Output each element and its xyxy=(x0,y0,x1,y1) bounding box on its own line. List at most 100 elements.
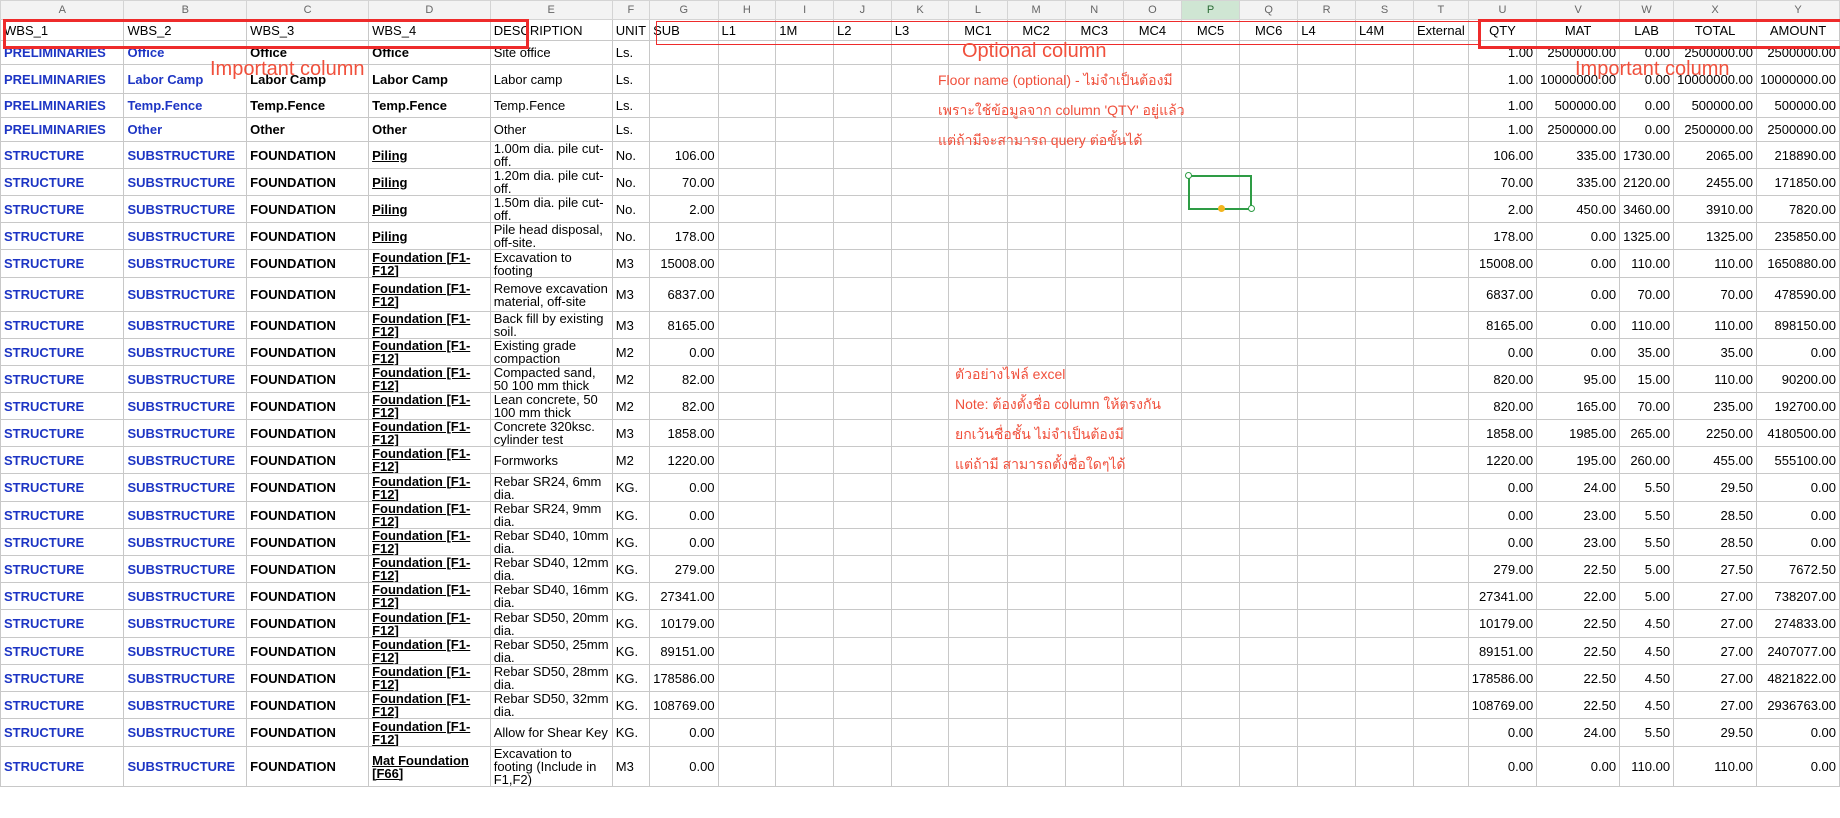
cell-mat[interactable]: 335.00 xyxy=(1536,141,1621,169)
cell-desc[interactable]: Other xyxy=(489,117,613,142)
cell-empty[interactable] xyxy=(1006,528,1066,556)
cell-total[interactable]: 27.00 xyxy=(1673,582,1758,610)
cell-empty[interactable] xyxy=(1354,40,1415,65)
cell-empty[interactable] xyxy=(775,40,835,65)
cell-mat[interactable]: 22.50 xyxy=(1536,555,1621,583)
cell-empty[interactable] xyxy=(890,277,950,312)
cell-desc[interactable]: Back fill by existing soil. xyxy=(489,311,613,339)
cell-qty[interactable]: 178586.00 xyxy=(1467,664,1538,692)
cell-empty[interactable] xyxy=(1064,582,1124,610)
cell-wbs1[interactable]: PRELIMINARIES xyxy=(0,117,125,142)
cell-empty[interactable] xyxy=(717,609,777,638)
cell-empty[interactable] xyxy=(775,528,835,556)
cell-wbs1[interactable]: STRUCTURE xyxy=(0,691,125,719)
cell-amount[interactable]: 0.00 xyxy=(1756,746,1840,787)
cell-empty[interactable] xyxy=(1239,582,1299,610)
cell-empty[interactable] xyxy=(1297,473,1356,502)
cell-empty[interactable] xyxy=(890,582,950,610)
cell-empty[interactable] xyxy=(1180,609,1241,638)
cell-empty[interactable] xyxy=(1297,528,1356,556)
cell-lab[interactable]: 5.50 xyxy=(1619,501,1675,529)
cell-empty[interactable] xyxy=(1122,664,1182,692)
cell-empty[interactable] xyxy=(775,117,835,142)
cell-empty[interactable] xyxy=(1180,195,1241,223)
cell-empty[interactable] xyxy=(1239,40,1299,65)
cell-desc[interactable]: Site office xyxy=(489,40,613,65)
header-cell-unit[interactable]: UNIT xyxy=(611,19,651,41)
cell-wbs1[interactable]: STRUCTURE xyxy=(0,637,125,665)
header-cell-wbs-2[interactable]: WBS_2 xyxy=(123,19,248,41)
cell-empty[interactable] xyxy=(1413,117,1469,142)
cell-amount[interactable]: 192700.00 xyxy=(1756,392,1840,420)
cell-wbs3[interactable]: FOUNDATION xyxy=(246,501,370,529)
cell-wbs2[interactable]: SUBSTRUCTURE xyxy=(123,311,248,339)
cell-lab[interactable]: 3460.00 xyxy=(1619,195,1675,223)
cell-empty[interactable] xyxy=(833,392,892,420)
cell-wbs4[interactable]: Foundation [F1-F12] xyxy=(368,392,491,420)
cell-empty[interactable] xyxy=(1006,222,1066,250)
cell-empty[interactable] xyxy=(1239,168,1299,196)
cell-empty[interactable] xyxy=(1297,222,1356,250)
cell-empty[interactable] xyxy=(1122,501,1182,529)
cell-empty[interactable] xyxy=(1064,64,1124,94)
cell-wbs4[interactable]: Piling xyxy=(368,168,491,196)
cell-desc[interactable]: Lean concrete, 50 100 mm thick xyxy=(489,392,613,420)
cell-wbs2[interactable]: SUBSTRUCTURE xyxy=(123,637,248,665)
cell-empty[interactable] xyxy=(1064,311,1124,339)
header-cell-external[interactable]: External xyxy=(1413,19,1469,41)
cell-wbs4[interactable]: Foundation [F1-F12] xyxy=(368,664,491,692)
cell-unit[interactable]: M3 xyxy=(611,277,651,312)
cell-wbs1[interactable]: STRUCTURE xyxy=(0,277,125,312)
cell-wbs1[interactable]: STRUCTURE xyxy=(0,249,125,278)
header-cell-mc1[interactable]: MC1 xyxy=(948,19,1008,41)
cell-empty[interactable] xyxy=(1122,64,1182,94)
cell-qty[interactable]: 8165.00 xyxy=(1467,311,1538,339)
cell-mat[interactable]: 22.50 xyxy=(1536,637,1621,665)
cell-empty[interactable] xyxy=(775,718,835,747)
cell-qty[interactable]: 820.00 xyxy=(1467,392,1538,420)
header-cell-lab[interactable]: LAB xyxy=(1619,19,1675,41)
selection-handle[interactable] xyxy=(1185,172,1192,179)
cell-empty[interactable] xyxy=(833,249,892,278)
cell-empty[interactable] xyxy=(1413,93,1469,118)
cell-empty[interactable] xyxy=(1413,609,1469,638)
cell-qty[interactable]: 15008.00 xyxy=(1467,249,1538,278)
cell-empty[interactable] xyxy=(890,338,950,366)
cell-empty[interactable] xyxy=(1064,365,1124,393)
column-letter-b[interactable]: B xyxy=(123,0,248,20)
cell-lab[interactable]: 4.50 xyxy=(1619,664,1675,692)
cell-empty[interactable] xyxy=(1354,93,1415,118)
cell-empty[interactable] xyxy=(1064,473,1124,502)
cell-lab[interactable]: 4.50 xyxy=(1619,609,1675,638)
header-cell-mc4[interactable]: MC4 xyxy=(1122,19,1182,41)
cell-empty[interactable] xyxy=(775,746,835,787)
cell-wbs3[interactable]: FOUNDATION xyxy=(246,168,370,196)
cell-wbs4[interactable]: Foundation [F1-F12] xyxy=(368,718,491,747)
cell-empty[interactable] xyxy=(1180,746,1241,787)
cell-empty[interactable] xyxy=(1239,528,1299,556)
cell-unit[interactable]: Ls. xyxy=(611,117,651,142)
column-letter-r[interactable]: R xyxy=(1297,0,1356,20)
header-cell-l4m[interactable]: L4M xyxy=(1354,19,1415,41)
cell-empty[interactable] xyxy=(1354,637,1415,665)
cell-empty[interactable] xyxy=(1239,664,1299,692)
header-cell-sub[interactable]: SUB xyxy=(649,19,719,41)
cell-total[interactable]: 110.00 xyxy=(1673,249,1758,278)
cell-amount[interactable]: 0.00 xyxy=(1756,473,1840,502)
cell-wbs4[interactable]: Temp.Fence xyxy=(368,93,491,118)
cell-empty[interactable] xyxy=(1180,277,1241,312)
cell-wbs2[interactable]: SUBSTRUCTURE xyxy=(123,582,248,610)
cell-empty[interactable] xyxy=(1354,473,1415,502)
cell-total[interactable]: 2500000.00 xyxy=(1673,117,1758,142)
cell-empty[interactable] xyxy=(775,195,835,223)
cell-unit[interactable]: KG. xyxy=(611,609,651,638)
cell-total[interactable]: 27.00 xyxy=(1673,691,1758,719)
cell-empty[interactable] xyxy=(1064,746,1124,787)
cell-wbs4[interactable]: Foundation [F1-F12] xyxy=(368,609,491,638)
cell-empty[interactable] xyxy=(1354,691,1415,719)
cell-wbs4[interactable]: Foundation [F1-F12] xyxy=(368,637,491,665)
cell-empty[interactable] xyxy=(1122,338,1182,366)
cell-desc[interactable]: Rebar SD40, 10mm dia. xyxy=(489,528,613,556)
cell-total[interactable]: 110.00 xyxy=(1673,746,1758,787)
cell-qty[interactable]: 1858.00 xyxy=(1467,419,1538,447)
